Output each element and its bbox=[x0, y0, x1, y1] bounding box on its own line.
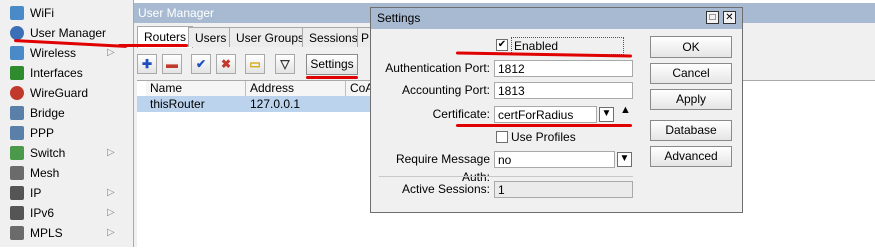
sidebar-item-label: IPv6 bbox=[30, 206, 55, 220]
annotation-underline bbox=[306, 76, 358, 79]
tab-users[interactable]: Users bbox=[188, 27, 234, 47]
ip-icon bbox=[10, 186, 24, 200]
sidebar-item-label: PPP bbox=[30, 126, 55, 140]
close-icon[interactable]: ✕ bbox=[723, 11, 736, 24]
column-header-name[interactable]: Name bbox=[146, 81, 246, 96]
use-profiles-checkbox[interactable] bbox=[496, 131, 508, 143]
certificate-label: Certificate: bbox=[432, 107, 490, 121]
acct-port-label: Accounting Port: bbox=[401, 83, 490, 97]
wireless-icon bbox=[10, 46, 24, 60]
active-sessions-label: Active Sessions: bbox=[401, 182, 490, 196]
users-icon bbox=[10, 26, 24, 40]
annotation-underline bbox=[118, 44, 188, 47]
bridge-icon bbox=[10, 106, 24, 120]
mpls-icon bbox=[10, 226, 24, 240]
enable-icon[interactable]: ✔ bbox=[191, 54, 211, 74]
ok-button[interactable]: OK bbox=[650, 36, 732, 58]
mesh-icon bbox=[10, 166, 24, 180]
tab-user-groups[interactable]: User Groups bbox=[229, 27, 312, 47]
wifi-icon bbox=[10, 6, 24, 20]
advanced-button[interactable]: Advanced bbox=[650, 146, 732, 167]
dropdown-arrow-icon[interactable]: ▼ bbox=[599, 107, 614, 122]
filter-icon[interactable]: ▽ bbox=[275, 54, 295, 74]
auth-port-field[interactable]: 1812 bbox=[494, 60, 633, 77]
column-header-address[interactable]: Address bbox=[246, 81, 346, 96]
cancel-button[interactable]: Cancel bbox=[650, 63, 732, 84]
divider bbox=[379, 176, 633, 177]
sidebar-item-label: IP bbox=[30, 186, 42, 200]
submenu-arrow-icon: ▷ bbox=[107, 227, 115, 238]
collapse-arrow-icon[interactable]: ▲ bbox=[620, 104, 631, 116]
certificate-select[interactable]: certForRadius bbox=[494, 106, 597, 123]
submenu-arrow-icon: ▷ bbox=[107, 207, 115, 218]
switch-icon bbox=[10, 146, 24, 160]
sidebar-item-ip[interactable]: IP ▷ bbox=[0, 183, 132, 203]
sidebar-item-label: Switch bbox=[30, 146, 66, 160]
sidebar-item-label: MPLS bbox=[30, 226, 63, 240]
sidebar-item-interfaces[interactable]: Interfaces bbox=[0, 63, 132, 83]
sidebar-item-label: WiFi bbox=[30, 6, 54, 20]
auth-port-label: Authentication Port: bbox=[385, 61, 490, 75]
sidebar-item-label: WireGuard bbox=[30, 86, 89, 100]
annotation-underline bbox=[456, 124, 632, 127]
wireguard-icon bbox=[10, 86, 24, 100]
use-profiles-label: Use Profiles bbox=[511, 130, 576, 144]
sidebar-item-ppp[interactable]: PPP bbox=[0, 123, 132, 143]
sidebar-item-wireguard[interactable]: WireGuard bbox=[0, 83, 132, 103]
add-icon[interactable]: ✚ bbox=[137, 54, 157, 74]
submenu-arrow-icon: ▷ bbox=[107, 187, 115, 198]
require-msg-auth-select[interactable]: no bbox=[494, 151, 615, 168]
row-name: thisRouter bbox=[150, 97, 205, 111]
ppp-icon bbox=[10, 126, 24, 140]
ipv6-icon bbox=[10, 206, 24, 220]
comment-icon[interactable]: ▭ bbox=[245, 54, 265, 74]
dropdown-arrow-icon[interactable]: ▼ bbox=[617, 152, 632, 167]
acct-port-field[interactable]: 1813 bbox=[494, 82, 633, 99]
table-row[interactable]: thisRouter 127.0.0.1 bbox=[137, 96, 375, 112]
database-button[interactable]: Database bbox=[650, 120, 732, 141]
require-msg-auth-label: Require Message Auth: bbox=[395, 152, 490, 184]
sidebar-item-bridge[interactable]: Bridge bbox=[0, 103, 132, 123]
sidebar-item-ipv6[interactable]: IPv6 ▷ bbox=[0, 203, 132, 223]
dialog-title: Settings bbox=[371, 8, 742, 29]
submenu-arrow-icon: ▷ bbox=[107, 147, 115, 158]
sidebar-item-label: Wireless bbox=[30, 46, 77, 60]
tab-sessions[interactable]: Sessions bbox=[302, 27, 365, 47]
sidebar-item-wifi[interactable]: WiFi bbox=[0, 3, 132, 23]
sidebar-item-label: Interfaces bbox=[30, 66, 83, 80]
active-sessions-field: 1 bbox=[494, 181, 633, 198]
sidebar-item-switch[interactable]: Switch ▷ bbox=[0, 143, 132, 163]
tab-more[interactable]: P bbox=[357, 27, 371, 47]
apply-button[interactable]: Apply bbox=[650, 89, 732, 110]
settings-button[interactable]: Settings bbox=[306, 54, 358, 75]
sidebar-item-mpls[interactable]: MPLS ▷ bbox=[0, 223, 132, 243]
disable-icon[interactable]: ✖ bbox=[216, 54, 236, 74]
enabled-checkbox[interactable]: ✔ bbox=[496, 39, 508, 51]
interfaces-icon bbox=[10, 66, 24, 80]
sidebar-item-label: Bridge bbox=[30, 106, 65, 120]
maximize-icon[interactable]: □ bbox=[706, 11, 719, 24]
sidebar-item-label: Mesh bbox=[30, 166, 60, 180]
sidebar-item-mesh[interactable]: Mesh bbox=[0, 163, 132, 183]
sidebar: WiFi User Manager Wireless ▷ Interfaces … bbox=[0, 0, 134, 247]
row-address: 127.0.0.1 bbox=[250, 97, 301, 111]
remove-icon[interactable]: ▬ bbox=[162, 54, 182, 74]
